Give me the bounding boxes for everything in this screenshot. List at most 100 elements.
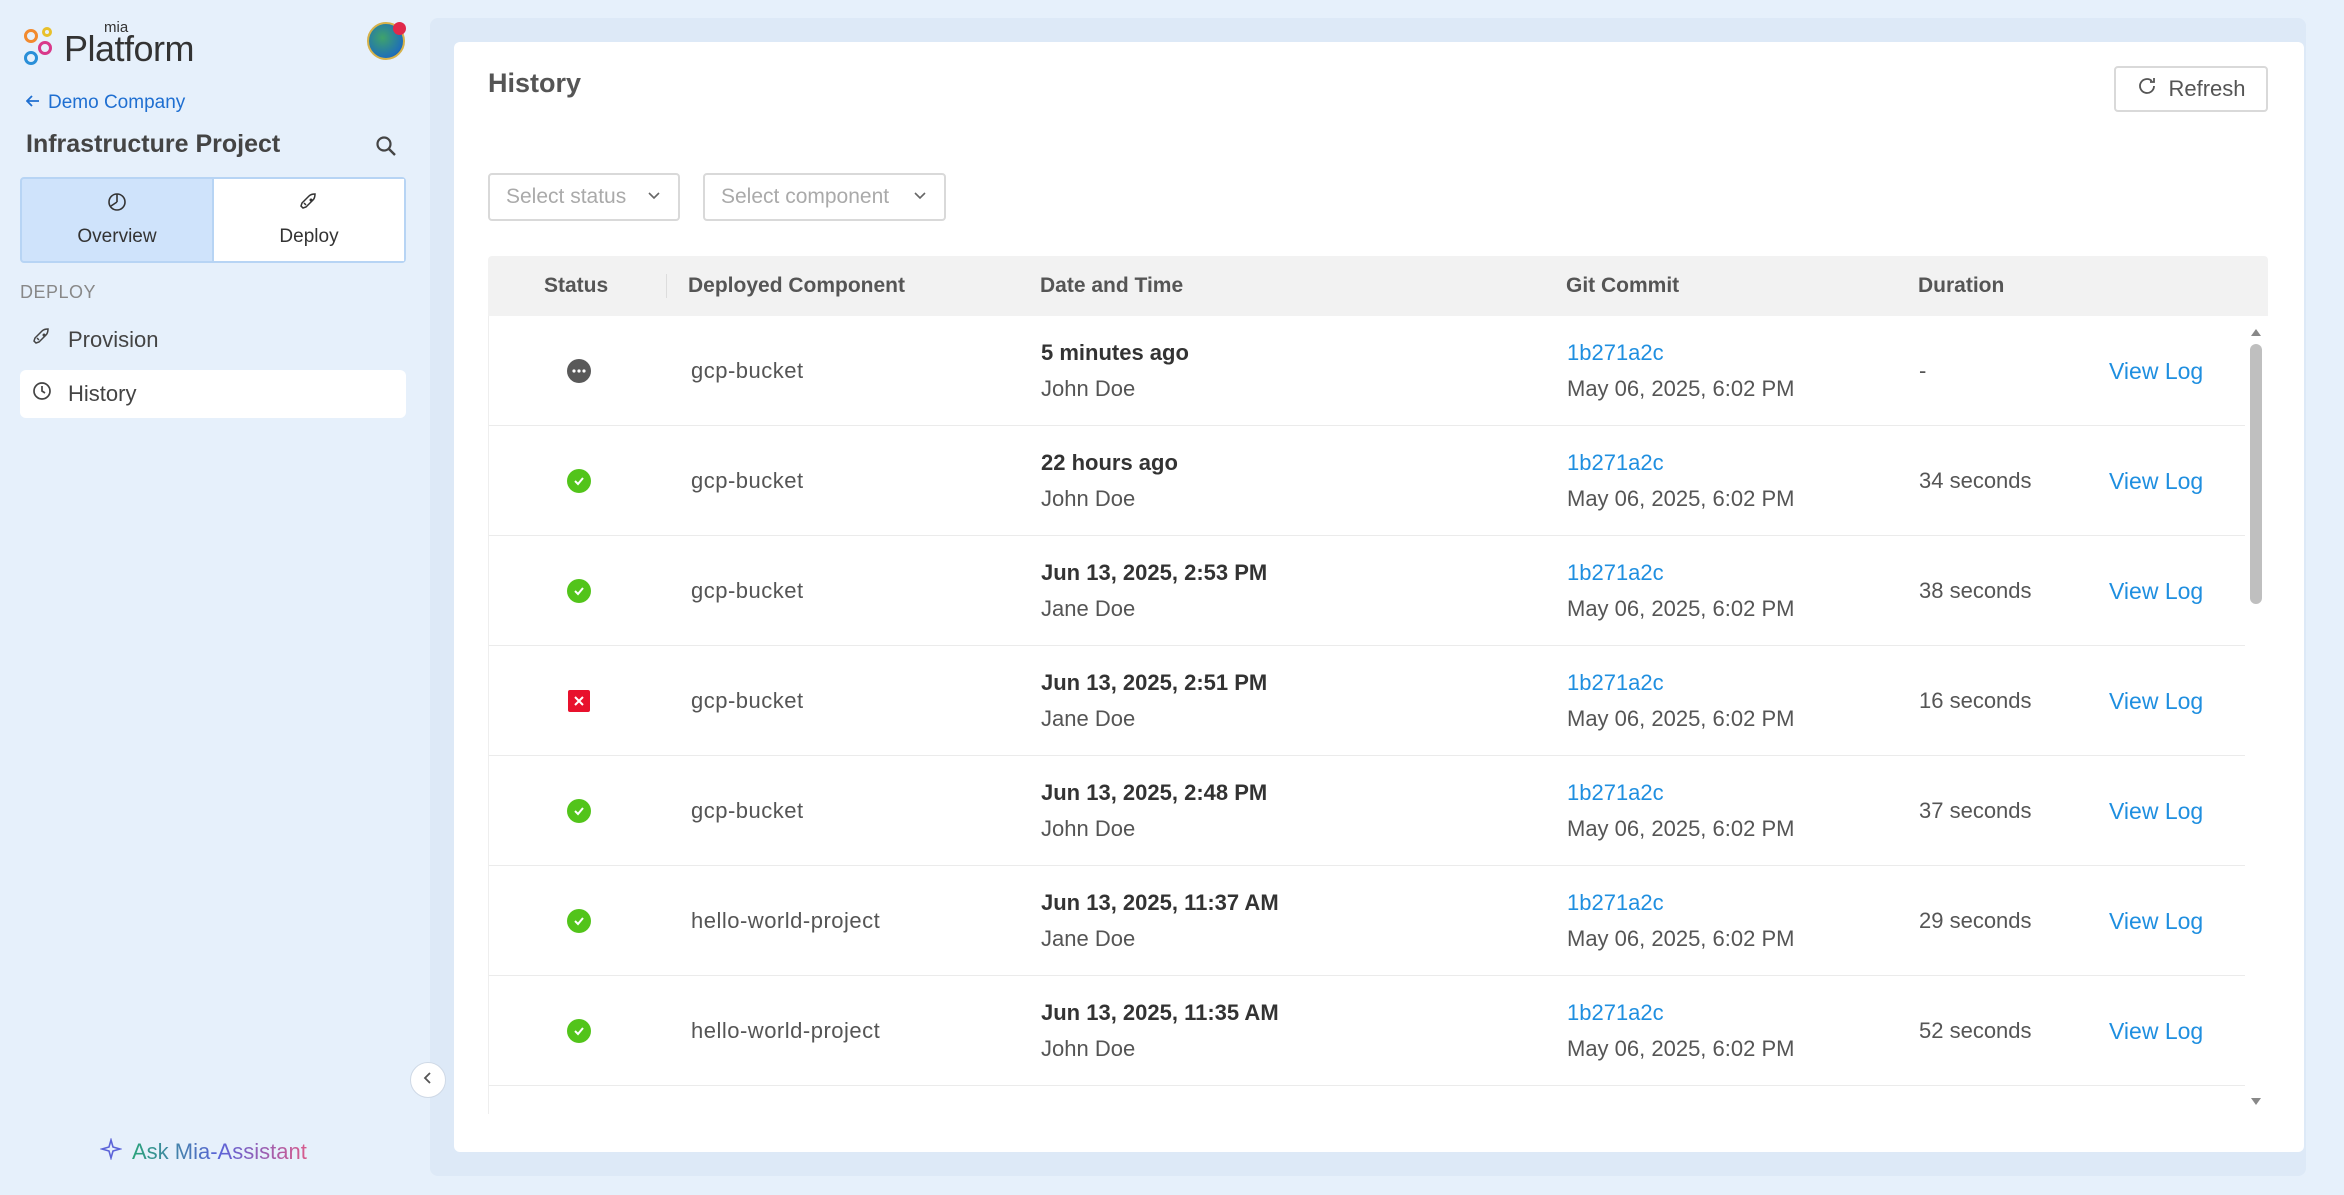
deploy-time: Jun 13, 2025, 11:35 AM xyxy=(1041,1000,1279,1025)
date-cell: Jun 13, 2025, 11:34 AMJohn Doe xyxy=(1041,1086,1279,1114)
rocket-icon xyxy=(32,327,52,353)
page-title: History xyxy=(488,68,582,98)
view-log-link[interactable]: View Log xyxy=(2109,976,2203,1086)
duration-cell: 52 seconds xyxy=(1919,1018,2032,1043)
commit-date: May 06, 2025, 6:02 PM xyxy=(1567,1036,1795,1061)
commit-link[interactable]: 1b271a2c xyxy=(1567,1110,1794,1114)
sidebar-item-history[interactable]: History xyxy=(20,370,406,418)
check-circle-icon xyxy=(567,799,591,823)
deploy-user: Jane Doe xyxy=(1041,596,1136,621)
overview-icon xyxy=(107,192,127,218)
ask-assistant-button[interactable]: Ask Mia-Assistant xyxy=(99,1137,307,1166)
date-cell: Jun 13, 2025, 11:37 AM Jane Doe xyxy=(1041,866,1279,976)
duration-cell: 16 seconds xyxy=(1919,688,2032,713)
table-row: hello-world-project Jun 13, 2025, 11:37 A… xyxy=(489,866,2245,976)
sidebar-item-provision[interactable]: Provision xyxy=(20,316,406,364)
duration-cell: 31 seconds xyxy=(1919,1086,2032,1114)
scroll-up-icon[interactable] xyxy=(2250,324,2262,336)
check-circle-icon xyxy=(567,579,591,603)
commit-cell: 1b271a2cMay 06, 2025, 6:02 PM xyxy=(1567,426,1794,536)
commit-link[interactable]: 1b271a2c xyxy=(1567,450,1794,476)
deploy-user: John Doe xyxy=(1041,816,1136,841)
duration-cell: 37 seconds xyxy=(1919,798,2032,823)
column-header-date: Date and Time xyxy=(1040,274,1184,297)
view-log-link[interactable]: View Log xyxy=(2109,536,2203,646)
refresh-button[interactable]: Refresh xyxy=(2114,66,2268,112)
deploy-user: John Doe xyxy=(1041,376,1136,401)
date-cell: 22 hours ago John Doe xyxy=(1041,426,1178,536)
collapse-sidebar-button[interactable] xyxy=(410,1062,446,1098)
section-label-deploy: DEPLOY xyxy=(20,282,97,302)
table-row: hello-world-project Jun 13, 2025, 11:35 A… xyxy=(489,976,2245,1086)
component-cell: gcp-bucket xyxy=(691,688,804,713)
mode-overview-label: Overview xyxy=(77,226,157,247)
status-cell xyxy=(489,536,669,646)
mode-overview-button[interactable]: Overview xyxy=(22,179,212,261)
deploy-time: Jun 13, 2025, 11:37 AM xyxy=(1041,890,1279,915)
component-cell: gcp-bucket xyxy=(691,358,804,383)
commit-link[interactable]: 1b271a2c xyxy=(1567,890,1794,916)
duration-cell: 29 seconds xyxy=(1919,908,2032,933)
component-filter-select[interactable]: Select component xyxy=(703,173,946,221)
component-cell: gcp-bucket xyxy=(691,578,804,603)
sidebar-item-label: Provision xyxy=(68,327,159,352)
date-cell: Jun 13, 2025, 2:51 PM Jane Doe xyxy=(1041,646,1267,756)
commit-link[interactable]: 1b271a2c xyxy=(1567,560,1794,586)
date-cell: 5 minutes ago John Doe xyxy=(1041,316,1189,426)
sidebar: mia Platform Demo Company Infrastructure… xyxy=(0,0,430,1195)
duration-cell: 34 seconds xyxy=(1919,468,2032,493)
column-header-status: Status xyxy=(544,274,609,297)
commit-link[interactable]: 1b271a2c xyxy=(1567,780,1794,806)
component-cell: hello-world-project xyxy=(691,908,881,933)
status-filter-select[interactable]: Select status xyxy=(488,173,680,221)
commit-cell: 1b271a2cMay 06, 2025, 6:02 PM xyxy=(1567,1086,1794,1114)
column-header-commit: Git Commit xyxy=(1566,274,1680,297)
close-square-icon xyxy=(568,690,590,712)
commit-link[interactable]: 1b271a2c xyxy=(1567,340,1794,366)
deploy-user: John Doe xyxy=(1041,486,1136,511)
chevron-down-icon xyxy=(912,185,928,209)
column-header-component: Deployed Component xyxy=(688,274,906,297)
check-circle-icon xyxy=(567,909,591,933)
date-cell: Jun 13, 2025, 11:35 AM John Doe xyxy=(1041,976,1279,1086)
history-table-body[interactable]: gcp-bucket 5 minutes ago John Doe 1b271a2c M… xyxy=(488,316,2248,1114)
deploy-user: Jane Doe xyxy=(1041,926,1136,951)
view-log-link[interactable]: View Log xyxy=(2109,1086,2203,1114)
commit-cell: 1b271a2c May 06, 2025, 6:02 PM xyxy=(1567,976,1794,1086)
sidebar-item-label: History xyxy=(68,381,137,406)
table-row: gcp-bucket 5 minutes ago John Doe 1b271a2c M… xyxy=(489,316,2245,426)
component-cell: hello-world-project xyxy=(691,1086,880,1114)
notification-dot xyxy=(393,22,406,35)
chevron-left-icon xyxy=(421,1071,435,1090)
view-log-link[interactable]: View Log xyxy=(2109,316,2203,426)
back-link-label: Demo Company xyxy=(48,92,186,113)
scrollbar-thumb[interactable] xyxy=(2250,344,2262,604)
scroll-down-icon[interactable] xyxy=(2250,1094,2262,1105)
chevron-down-icon xyxy=(646,185,662,209)
mode-deploy-button[interactable]: Deploy xyxy=(212,179,404,261)
view-log-link[interactable]: View Log xyxy=(2109,646,2203,756)
refresh-icon xyxy=(2136,75,2158,103)
commit-link[interactable]: 1b271a2c xyxy=(1567,670,1794,696)
date-cell: Jun 13, 2025, 2:48 PM John Doe xyxy=(1041,756,1267,866)
deploy-time: Jun 13, 2025, 2:51 PM xyxy=(1041,670,1268,695)
logo-icon xyxy=(24,27,60,67)
commit-cell: 1b271a2cMay 06, 2025, 6:02 PM xyxy=(1567,756,1794,866)
view-log-link[interactable]: View Log xyxy=(2109,756,2203,866)
component-filter-placeholder: Select component xyxy=(721,185,890,208)
status-cell xyxy=(489,756,669,866)
view-log-link[interactable]: View Log xyxy=(2109,426,2203,536)
commit-link[interactable]: 1b271a2c xyxy=(1567,1000,1794,1026)
back-to-company-link[interactable]: Demo Company xyxy=(25,92,186,114)
deploy-time: Jun 13, 2025, 2:53 PM xyxy=(1041,560,1268,585)
view-log-link[interactable]: View Log xyxy=(2109,866,2203,976)
mia-platform-logo[interactable]: mia Platform xyxy=(24,20,195,67)
check-circle-icon xyxy=(567,469,591,493)
component-cell: hello-world-project xyxy=(691,1018,881,1043)
table-row: gcp-bucket Jun 13, 2025, 2:51 PM Jane Doe 1… xyxy=(489,646,2245,756)
date-cell: Jun 13, 2025, 2:53 PM Jane Doe xyxy=(1041,536,1267,646)
check-circle-icon xyxy=(567,1019,591,1043)
table-row: hello-world-project Jun 13, 2025, 11:34 A… xyxy=(489,1086,2245,1114)
search-icon[interactable] xyxy=(374,134,398,158)
status-cell xyxy=(489,426,669,536)
